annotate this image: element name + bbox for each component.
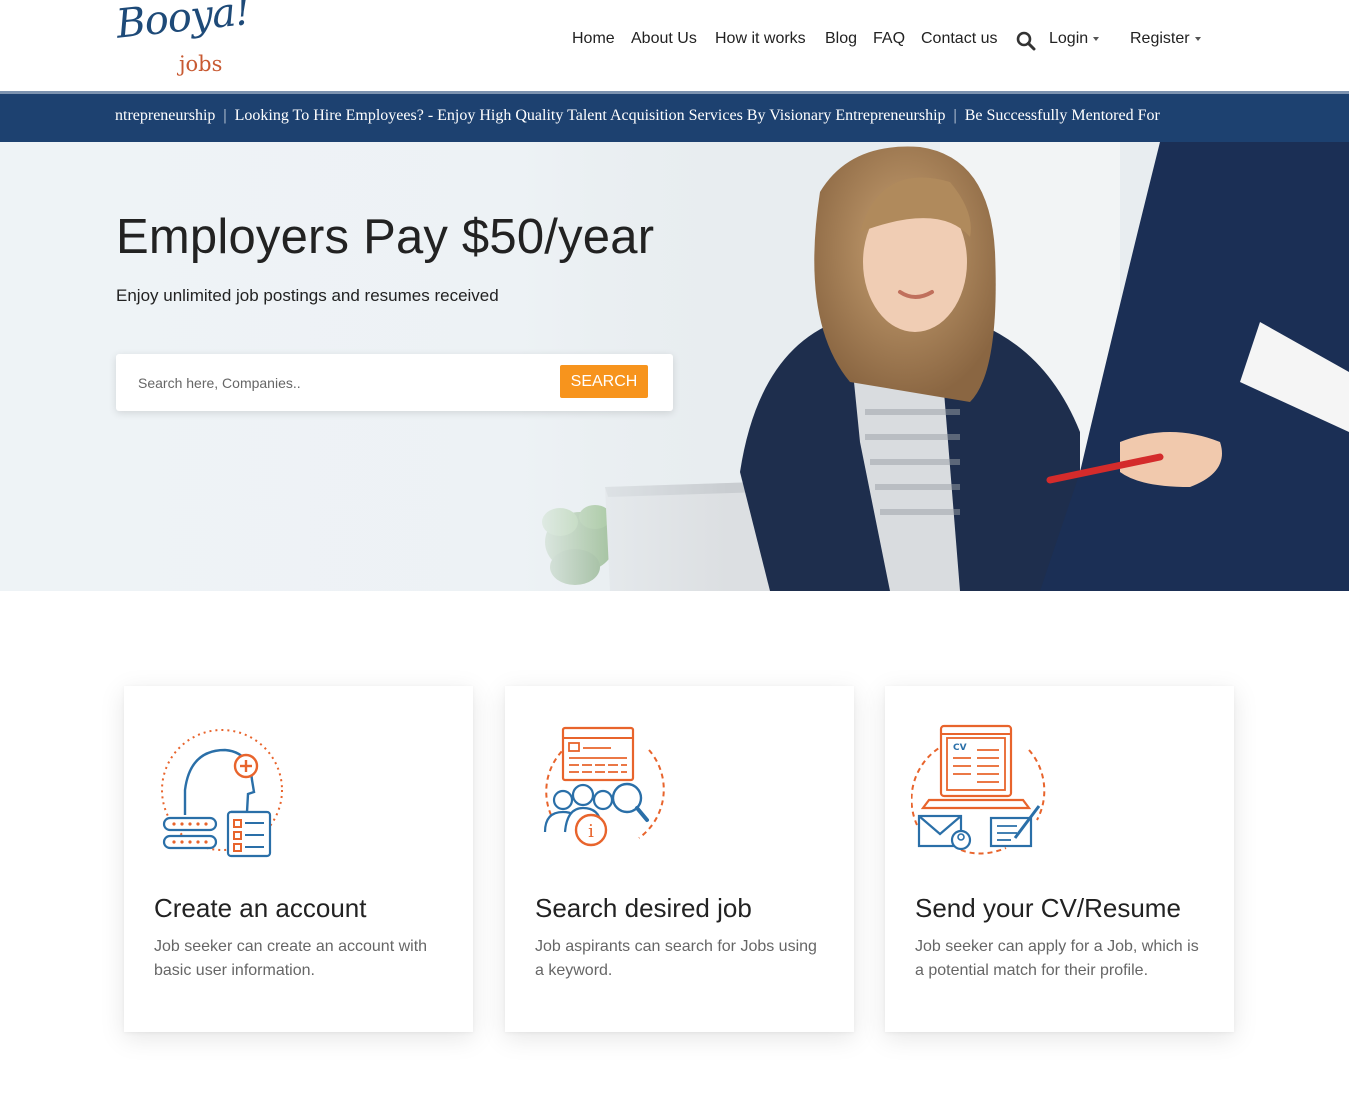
nav-contact-us[interactable]: Contact us [921, 30, 997, 48]
ticker-separator: | [953, 107, 957, 124]
hero-title: Employers Pay $50/year [116, 210, 655, 264]
nav-faq[interactable]: FAQ [873, 30, 905, 48]
nav-register[interactable]: Register [1130, 30, 1201, 48]
hero-search-box: SEARCH [116, 354, 673, 411]
card-description: Job seeker can create an account with ba… [154, 938, 428, 979]
nav-blog[interactable]: Blog [825, 30, 857, 48]
logo-script-text: Booya! [114, 0, 253, 48]
card-create-account[interactable]: Create an account Job seeker can create … [124, 686, 473, 1032]
card-description: Job aspirants can search for Jobs using … [535, 938, 817, 979]
login-label: Login [1049, 30, 1089, 47]
card-send-cv[interactable]: CV Send your CV/Resume Job seeker can ap… [885, 686, 1234, 1032]
search-input[interactable] [130, 366, 550, 400]
search-icon[interactable] [1016, 31, 1036, 51]
card-search-job[interactable]: i Search desired job Job aspirants can s… [505, 686, 854, 1032]
ticker-separator: | [223, 107, 227, 124]
ticker-item[interactable]: Looking To Hire Employees? - Enjoy High … [235, 107, 946, 124]
nav-login[interactable]: Login [1049, 30, 1100, 48]
register-label: Register [1130, 30, 1190, 47]
card-title: Search desired job [535, 893, 752, 923]
search-job-icon: i [543, 726, 665, 847]
chevron-down-icon [1194, 36, 1201, 41]
site-header: Booya! jobs Home About Us How it works B… [0, 0, 1349, 91]
booya-jobs-logo[interactable]: Booya! jobs [114, 0, 252, 86]
ticker-item[interactable]: ntrepreneurship [115, 107, 215, 124]
card-title: Send your CV/Resume [915, 893, 1181, 923]
svg-text:CV: CV [953, 743, 967, 753]
nav-how-it-works[interactable]: How it works [715, 30, 806, 48]
ticker-text: ntrepreneurship | Looking To Hire Employee… [115, 107, 1230, 125]
hero-subtitle: Enjoy unlimited job postings and resumes… [116, 286, 499, 305]
svg-text:i: i [588, 821, 594, 842]
nav-about-us[interactable]: About Us [631, 30, 697, 48]
nav-home[interactable]: Home [572, 30, 615, 48]
chevron-down-icon [1093, 36, 1100, 41]
logo-jobs-text: jobs [179, 52, 223, 76]
news-ticker: ntrepreneurship | Looking To Hire Employee… [0, 91, 1349, 142]
create-account-icon [161, 729, 283, 858]
ticker-item[interactable]: Be Successfully Mentored For [965, 107, 1160, 124]
card-description: Job seeker can apply for a Job, which is… [915, 938, 1199, 979]
card-title: Create an account [154, 893, 367, 923]
hero-banner: Employers Pay $50/year Enjoy unlimited j… [0, 142, 1349, 591]
search-button[interactable]: SEARCH [560, 365, 648, 398]
send-cv-icon: CV [911, 724, 1046, 855]
